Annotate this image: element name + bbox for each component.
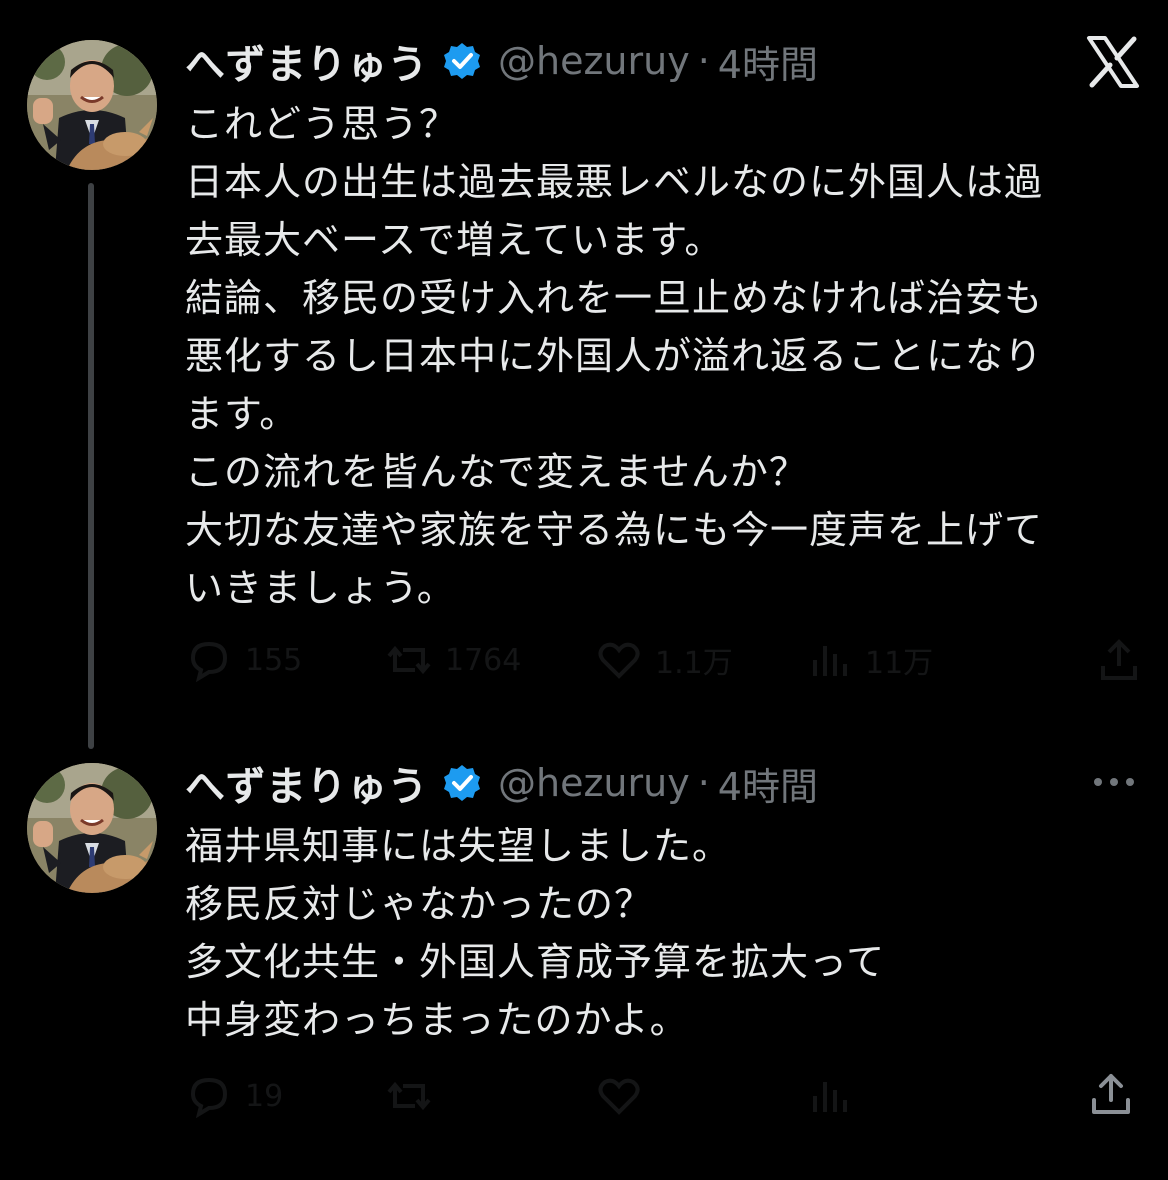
verified-badge-icon bbox=[444, 765, 480, 801]
tweet-line: 多文化共生・外国人育成予算を拡大って bbox=[185, 940, 886, 984]
tweet-line: これどう思う？ bbox=[185, 102, 459, 146]
tweet-line: いきましょう。 bbox=[185, 566, 456, 610]
tweet-line: ます。 bbox=[185, 392, 299, 436]
tweet-line: 日本人の出生は過去最悪レベルなのに外国人は過 bbox=[185, 160, 1044, 204]
thread-connector-line bbox=[88, 183, 94, 749]
tweet-line: 結論、移民の受け入れを一旦止めなければ治安も bbox=[185, 276, 1044, 320]
author-handle[interactable]: @hezuruy bbox=[498, 39, 690, 83]
reply-icon bbox=[190, 641, 228, 683]
views-chart-icon bbox=[813, 1082, 847, 1112]
timestamp[interactable]: 4時間 bbox=[718, 34, 818, 89]
separator-dot: · bbox=[697, 39, 710, 83]
repost-icon bbox=[387, 645, 431, 675]
like-count: 1.1万 bbox=[655, 646, 733, 681]
timestamp[interactable]: 4時間 bbox=[718, 756, 818, 811]
views-button[interactable]: 11万 bbox=[805, 630, 933, 690]
views-chart-icon bbox=[813, 646, 847, 676]
tweet-line: 中身変わっちまったのかよ。 bbox=[185, 998, 689, 1042]
reply-count: 19 bbox=[245, 1078, 284, 1114]
author-handle[interactable]: @hezuruy bbox=[498, 761, 690, 805]
reply-count: 155 bbox=[245, 642, 303, 678]
tweet-line: 福井県知事には失望しました。 bbox=[185, 824, 732, 868]
author-name[interactable]: へずまりゅう bbox=[185, 754, 428, 812]
author-name[interactable]: へずまりゅう bbox=[185, 32, 428, 90]
tweet-text: これどう思う？ 日本人の出生は過去最悪レベルなのに外国人は過 去最大ベースで増え… bbox=[185, 95, 1145, 617]
tweet-action-bar: 19 bbox=[185, 1066, 1145, 1126]
repost-count: 1764 bbox=[445, 642, 522, 678]
tweet-text: 福井県知事には失望しました。 移民反対じゃなかったの？ 多文化共生・外国人育成予… bbox=[185, 817, 1145, 1049]
share-icon bbox=[1101, 639, 1137, 680]
verified-badge-icon bbox=[444, 43, 480, 79]
tweet-line: 去最大ベースで増えています。 bbox=[185, 218, 724, 262]
share-button[interactable] bbox=[1095, 630, 1143, 690]
views-button[interactable] bbox=[805, 1066, 853, 1126]
x-logo-icon bbox=[1087, 36, 1139, 88]
tweet-line: 移民反対じゃなかったの？ bbox=[185, 882, 654, 926]
avatar[interactable] bbox=[27, 763, 157, 893]
reply-button[interactable]: 155 bbox=[185, 630, 302, 690]
reply-button[interactable]: 19 bbox=[185, 1066, 283, 1126]
heart-icon bbox=[598, 1078, 640, 1115]
repost-button[interactable] bbox=[385, 1066, 433, 1126]
heart-icon bbox=[598, 642, 640, 679]
tweet-line: この流れを皆んなで変えませんか？ bbox=[185, 450, 808, 494]
profile-photo bbox=[27, 763, 157, 893]
repost-button[interactable]: 1764 bbox=[385, 630, 521, 690]
separator-dot: · bbox=[697, 761, 710, 805]
view-count: 11万 bbox=[865, 646, 934, 681]
like-button[interactable]: 1.1万 bbox=[595, 630, 733, 690]
like-button[interactable] bbox=[595, 1066, 643, 1126]
share-icon[interactable] bbox=[1088, 1072, 1134, 1118]
reply-icon bbox=[190, 1077, 228, 1119]
profile-photo bbox=[27, 40, 157, 170]
tweet-action-bar: 155 1764 1.1万 11万 bbox=[185, 630, 1145, 690]
tweet-line: 悪化するし日本中に外国人が溢れ返ることになり bbox=[185, 334, 1044, 378]
avatar[interactable] bbox=[27, 40, 157, 170]
tweet-header: へずまりゅう @hezuruy · 4時間 bbox=[185, 33, 818, 89]
more-options-icon[interactable] bbox=[1090, 772, 1138, 792]
repost-icon bbox=[387, 1081, 431, 1111]
tweet-header: へずまりゅう @hezuruy · 4時間 bbox=[185, 755, 818, 811]
tweet-line: 大切な友達や家族を守る為にも今一度声を上げて bbox=[185, 508, 1044, 552]
